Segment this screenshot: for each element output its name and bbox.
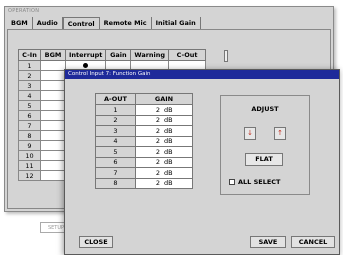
gain-value: 2 (155, 137, 160, 146)
col-header-bgm: BGM (40, 49, 66, 61)
gain-unit: dB (164, 105, 173, 114)
arrow-up-icon: ↑ (277, 129, 283, 137)
row-number: 6 (18, 110, 41, 121)
gain-value: 2 (155, 179, 160, 188)
checkbox-box[interactable] (229, 179, 235, 185)
row-number: 8 (18, 130, 41, 141)
col-header-c-in: C-In (18, 49, 41, 61)
gain-value-cell[interactable]: 2 dB (135, 125, 193, 137)
gain-row[interactable]: 6 2 dB (95, 156, 193, 168)
row-number: 7 (18, 120, 41, 131)
a-out-number: 6 (95, 156, 136, 168)
grid-cell[interactable] (40, 160, 66, 171)
grid-cell[interactable] (40, 120, 66, 131)
row-number: 3 (18, 80, 41, 91)
row-number: 2 (18, 70, 41, 81)
row-number: 11 (18, 160, 41, 171)
gain-value: 2 (155, 168, 160, 177)
gain-row[interactable]: 7 2 dB (95, 167, 193, 179)
save-button[interactable]: SAVE (250, 236, 286, 248)
gain-unit: dB (164, 116, 173, 125)
row-number: 9 (18, 140, 41, 151)
grid-cell[interactable] (40, 60, 66, 71)
gain-value: 2 (155, 126, 160, 135)
gain-unit: dB (164, 158, 173, 167)
grid-scrollbar[interactable] (224, 50, 228, 62)
grid-cell[interactable] (40, 130, 66, 141)
grid-cell[interactable] (40, 100, 66, 111)
gain-value-cell[interactable]: 2 dB (135, 114, 193, 126)
a-out-number: 2 (95, 114, 136, 126)
col-header-c-out: C-Out (168, 49, 207, 61)
interrupt-dot-icon (83, 62, 89, 68)
gain-row[interactable]: 2 2 dB (95, 114, 193, 126)
gain-value-cell[interactable]: 2 dB (135, 167, 193, 179)
col-header-a-out: A-OUT (95, 93, 136, 105)
gain-unit: dB (164, 147, 173, 156)
row-number: 10 (18, 150, 41, 161)
a-out-number: 4 (95, 135, 136, 147)
gain-value: 2 (155, 158, 160, 167)
col-header-interrupt: Interrupt (64, 49, 107, 61)
adjust-group: ADJUST ↓ ↑ FLAT ALL SELECT (220, 95, 310, 195)
tab-audio[interactable]: Audio (33, 17, 63, 29)
col-header-gain: Gain (105, 49, 132, 61)
grid-cell[interactable] (40, 70, 66, 81)
tab-remote-mic[interactable]: Remote Mic (100, 17, 152, 29)
operation-window-title: OPERATION (5, 7, 333, 16)
col-header-warning: Warning (130, 49, 170, 61)
row-number: 1 (18, 60, 41, 71)
function-gain-dialog: Control Input 7: Function Gain A-OUT GAI… (64, 69, 340, 255)
close-button[interactable]: CLOSE (79, 236, 113, 248)
adjust-label: ADJUST (251, 105, 279, 113)
row-number: 12 (18, 170, 41, 181)
gain-table: A-OUT GAIN 1 2 dB 2 2 dB 3 2 dB 4 2 dB 5 2 dB 6 2 dB 7 2 dB 8… (95, 93, 193, 189)
a-out-number: 7 (95, 167, 136, 179)
row-number: 4 (18, 90, 41, 101)
a-out-number: 5 (95, 146, 136, 158)
tab-initial-gain[interactable]: Initial Gain (152, 17, 201, 29)
gain-down-button[interactable]: ↓ (244, 127, 256, 140)
tab-bgm[interactable]: BGM (7, 17, 33, 29)
a-out-number: 1 (95, 104, 136, 116)
row-number: 5 (18, 100, 41, 111)
gain-value-cell[interactable]: 2 dB (135, 177, 193, 189)
flat-button[interactable]: FLAT (245, 153, 283, 166)
gain-value: 2 (155, 105, 160, 114)
dialog-title: Control Input 7: Function Gain (65, 70, 339, 79)
gain-value-cell[interactable]: 2 dB (135, 104, 193, 116)
gain-value: 2 (155, 116, 160, 125)
gain-value-cell[interactable]: 2 dB (135, 135, 193, 147)
col-header-gain: GAIN (135, 93, 193, 105)
gain-value: 2 (155, 147, 160, 156)
gain-row[interactable]: 3 2 dB (95, 125, 193, 137)
gain-unit: dB (164, 137, 173, 146)
all-select-label: ALL SELECT (238, 178, 281, 186)
grid-cell[interactable] (40, 90, 66, 101)
a-out-number: 8 (95, 177, 136, 189)
grid-cell[interactable] (40, 80, 66, 91)
grid-cell[interactable] (40, 110, 66, 121)
tab-control[interactable]: Control (62, 17, 100, 29)
gain-unit: dB (164, 126, 173, 135)
gain-unit: dB (164, 179, 173, 188)
tab-bar: BGM Audio Control Remote Mic Initial Gai… (7, 17, 201, 29)
grid-cell[interactable] (40, 150, 66, 161)
arrow-down-icon: ↓ (247, 129, 253, 137)
grid-cell[interactable] (40, 140, 66, 151)
gain-row[interactable]: 5 2 dB (95, 146, 193, 158)
gain-row[interactable]: 4 2 dB (95, 135, 193, 147)
gain-value-cell[interactable]: 2 dB (135, 146, 193, 158)
gain-value-cell[interactable]: 2 dB (135, 156, 193, 168)
a-out-number: 3 (95, 125, 136, 137)
gain-unit: dB (164, 168, 173, 177)
gain-row[interactable]: 8 2 dB (95, 177, 193, 189)
all-select-checkbox[interactable]: ALL SELECT (229, 178, 281, 186)
gain-row[interactable]: 1 2 dB (95, 104, 193, 116)
grid-cell[interactable] (40, 170, 66, 181)
gain-up-button[interactable]: ↑ (274, 127, 286, 140)
cancel-button[interactable]: CANCEL (291, 236, 335, 248)
